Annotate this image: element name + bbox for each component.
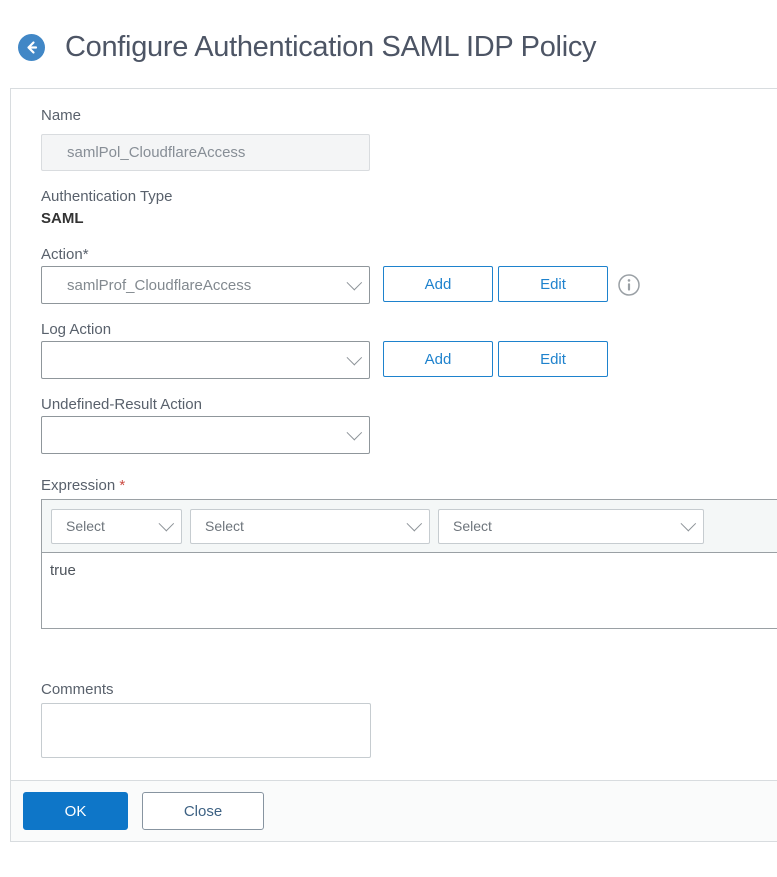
close-button[interactable]: Close [142, 792, 264, 830]
info-icon[interactable] [618, 274, 640, 296]
back-arrow-icon [27, 40, 38, 54]
expression-toolbar: Select Select Select [42, 500, 777, 553]
log-action-add-button[interactable]: Add [383, 341, 493, 377]
back-button[interactable] [18, 33, 45, 61]
expression-select-3[interactable]: Select [438, 508, 704, 544]
action-edit-button[interactable]: Edit [498, 266, 608, 302]
action-label: Action* [41, 246, 89, 263]
chevron-down-icon [158, 515, 175, 531]
log-action-dropdown[interactable] [41, 341, 370, 379]
page-header: Configure Authentication SAML IDP Policy [0, 0, 777, 88]
chevron-down-icon [346, 274, 363, 290]
expression-select-3-value: Select [453, 518, 492, 534]
undefined-action-label: Undefined-Result Action [41, 396, 202, 413]
chevron-down-icon [406, 515, 423, 531]
expression-select-1[interactable]: Select [51, 508, 182, 544]
comments-label: Comments [41, 681, 114, 698]
form-footer: OK Close [11, 780, 777, 842]
auth-type-label: Authentication Type [41, 188, 173, 205]
expression-label: Expression * [41, 477, 126, 494]
page-title: Configure Authentication SAML IDP Policy [65, 30, 597, 63]
log-action-edit-button[interactable]: Edit [498, 341, 608, 377]
action-add-button[interactable]: Add [383, 266, 493, 302]
action-dropdown-value: samlProf_CloudflareAccess [67, 276, 252, 294]
name-label: Name [41, 107, 82, 124]
auth-type-value: SAML [41, 210, 84, 227]
expression-select-2-value: Select [205, 518, 244, 534]
name-input [41, 134, 370, 171]
ok-button[interactable]: OK [23, 792, 128, 830]
form-panel: Name Authentication Type SAML Action* sa… [10, 88, 777, 842]
expression-input[interactable]: true [42, 553, 777, 628]
required-asterisk: * [119, 477, 126, 494]
comments-input[interactable] [41, 703, 371, 758]
chevron-down-icon [680, 515, 697, 531]
expression-editor: Select Select Select true [41, 499, 777, 629]
undefined-action-dropdown[interactable] [41, 416, 370, 454]
chevron-down-icon [346, 424, 363, 440]
expression-select-2[interactable]: Select [190, 508, 430, 544]
action-dropdown[interactable]: samlProf_CloudflareAccess [41, 266, 370, 304]
chevron-down-icon [346, 349, 363, 365]
log-action-label: Log Action [41, 321, 112, 338]
expression-select-1-value: Select [66, 518, 105, 534]
